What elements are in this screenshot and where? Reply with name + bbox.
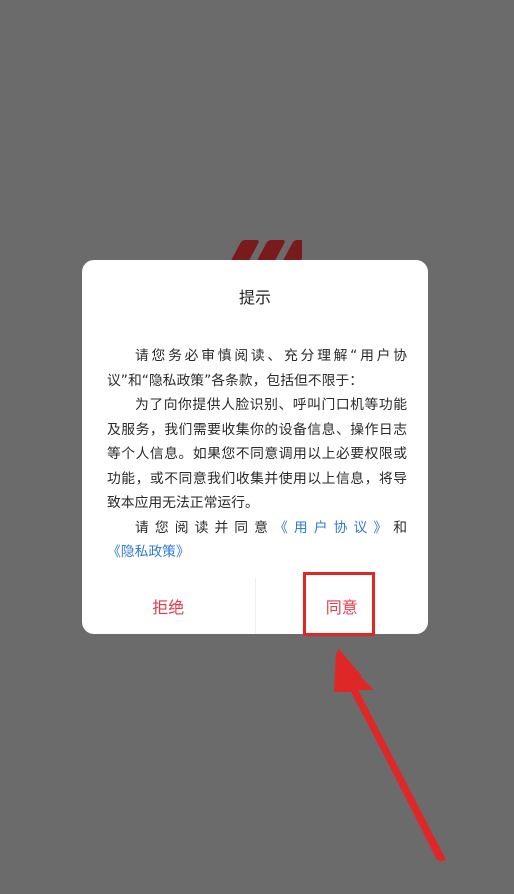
agree-button[interactable]: 同意	[256, 578, 429, 634]
read-and-agree-text: 请您阅读并同意	[135, 519, 275, 536]
body-paragraph-3: 请您阅读并同意《用户协议》和《隐私政策》	[107, 516, 407, 565]
and-text: 和	[393, 519, 408, 536]
body-paragraph-2: 为了向你提供人脸识别、呼叫门口机等功能及服务，我们需要收集你的设备信息、操作日志…	[107, 397, 407, 511]
body-paragraph-1: 请您务必审慎阅读、充分理解“用户协议”和“隐私政策”各条款，包括但不限于：	[107, 348, 407, 389]
privacy-policy-link[interactable]: 《隐私政策》	[107, 544, 190, 560]
privacy-consent-dialog: 提示 请您务必审慎阅读、充分理解“用户协议”和“隐私政策”各条款，包括但不限于：…	[82, 260, 428, 634]
dialog-title: 提示	[238, 288, 271, 307]
user-agreement-link[interactable]: 《用户协议》	[274, 520, 393, 536]
reject-button[interactable]: 拒绝	[82, 578, 255, 634]
dialog-buttons: 拒绝 同意	[82, 578, 428, 634]
dialog-body: 请您务必审慎阅读、充分理解“用户协议”和“隐私政策”各条款，包括但不限于： 为了…	[107, 344, 407, 565]
